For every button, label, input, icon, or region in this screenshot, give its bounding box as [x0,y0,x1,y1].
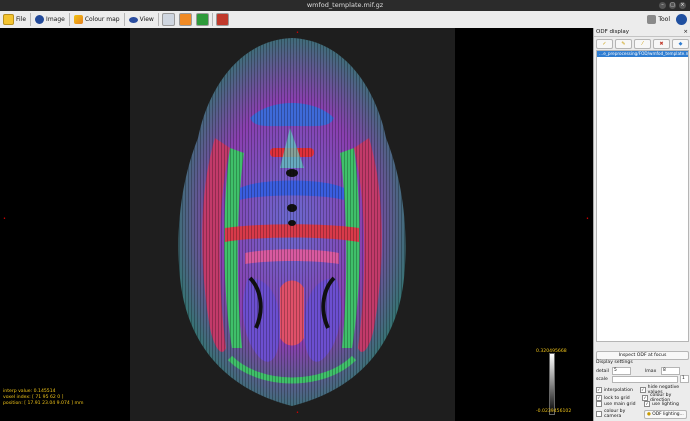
image-menu-button[interactable]: Image [32,12,68,27]
focus-marker-left: • [3,216,6,222]
panel-button-row: ✓ ✎ ⁄ ✖ ◆ [594,37,690,49]
detail-lmax-row: detail 5 lmax 8 [596,367,680,375]
remove-button[interactable]: ✖ [653,39,670,49]
colourbar [549,353,555,415]
eye-icon [128,16,138,23]
load-button[interactable]: ✎ [615,39,632,49]
tool-menu-label: Tool [658,16,670,23]
voxel-index-readout: voxel index: [ 71 95 62 0 ] [3,395,64,400]
colourmap-menu-button[interactable]: Colour map [71,12,123,27]
lightbulb-icon: ● [647,411,651,417]
detail-spinbox[interactable]: 5 [612,367,631,375]
interpolation-label: interpolation [603,387,633,393]
scale-slider[interactable] [612,375,678,383]
odf-file-list[interactable]: …e_preprocessing/FOD/wmfod_template.mif.… [596,50,689,342]
window-controls: – □ × [659,2,686,9]
view-menu-button[interactable]: View [126,12,157,27]
window-titlebar: wmfod_template.mif.gz – □ × [0,0,690,11]
open-file-button[interactable]: ✓ [596,39,613,49]
main-grid-row: use main grid ✓ use lighting [596,401,679,407]
fod-image-area [130,28,455,421]
screenshot-icon[interactable] [215,13,229,26]
use-lighting-label: use lighting [652,401,679,407]
move-tool-icon[interactable] [178,13,192,26]
fod-glyph-image [178,38,406,406]
wrench-icon [647,15,657,24]
toolbar-divider [157,13,159,26]
use-lighting-checkbox[interactable]: ✓ [644,401,650,407]
rotate-tool-icon[interactable] [195,13,209,26]
options-button[interactable]: ◆ [672,39,689,49]
focus-marker-top: • [296,30,299,36]
window-title: wmfod_template.mif.gz [306,1,384,9]
use-main-grid-label: use main grid [604,401,636,407]
info-icon[interactable] [676,14,687,25]
inspect-odf-button[interactable]: Inspect ODF at focus [596,351,689,360]
colourmap-menu-label: Colour map [84,16,120,23]
display-settings-title: Display settings [596,360,633,365]
image-viewport[interactable]: • • • • interp value: 0.145514 voxel ind… [0,28,593,421]
main-toolbar: File Image Colour map View Tool [0,11,690,29]
focus-marker-right: • [586,216,589,222]
colour-by-camera-checkbox[interactable] [596,411,602,417]
odf-lighting-button[interactable]: ● ODF lighting... [644,409,687,419]
maximize-icon[interactable]: □ [669,2,676,9]
tool-menu: Tool [644,11,690,28]
file-icon [3,14,14,25]
list-item[interactable]: …e_preprocessing/FOD/wmfod_template.mif.… [597,51,688,57]
colourmap-icon [73,15,83,24]
edit-button[interactable]: ⁄ [634,39,651,49]
panel-title: ODF display [596,29,630,35]
zoom-tool-icon[interactable] [161,13,175,26]
use-main-grid-checkbox[interactable] [596,401,602,407]
file-menu-button[interactable]: File [0,12,29,27]
detail-label: detail [596,368,609,374]
odf-display-panel: ODF display × ✓ ✎ ⁄ ✖ ◆ …e_preprocessing… [593,28,690,421]
lock-to-grid-label: lock to grid [603,395,630,401]
scale-spinbox[interactable]: 1 [680,375,689,383]
minimize-icon[interactable]: – [659,2,666,9]
file-menu-label: File [16,16,27,23]
scale-row: scale 1 [596,375,689,383]
panel-header: ODF display × [594,28,690,37]
close-icon[interactable]: × [679,2,686,9]
close-panel-icon[interactable]: × [683,28,688,36]
lmax-spinbox[interactable]: 8 [661,367,680,375]
toolbar-divider [68,13,70,26]
view-menu-label: View [139,16,154,23]
focus-marker-bottom: • [296,410,299,416]
toolbar-divider [123,13,125,26]
position-readout: position: [ 17.91 23.04 9.074 ] mm [3,401,84,406]
tool-menu-button[interactable]: Tool [644,12,673,27]
lmax-label: lmax [645,368,657,374]
colour-by-camera-label: colour by camera [604,409,626,419]
image-menu-label: Image [46,16,65,23]
scale-label: scale [596,376,608,382]
image-icon [35,15,45,24]
toolbar-divider [211,13,213,26]
odf-lighting-label: ODF lighting... [652,411,684,417]
colourbar-min-label: -0.0239456102 [536,409,572,414]
camera-row: colour by camera ● ODF lighting... [596,409,687,419]
toolbar-divider [30,13,32,26]
interp-value-readout: interp value: 0.145514 [3,389,56,394]
